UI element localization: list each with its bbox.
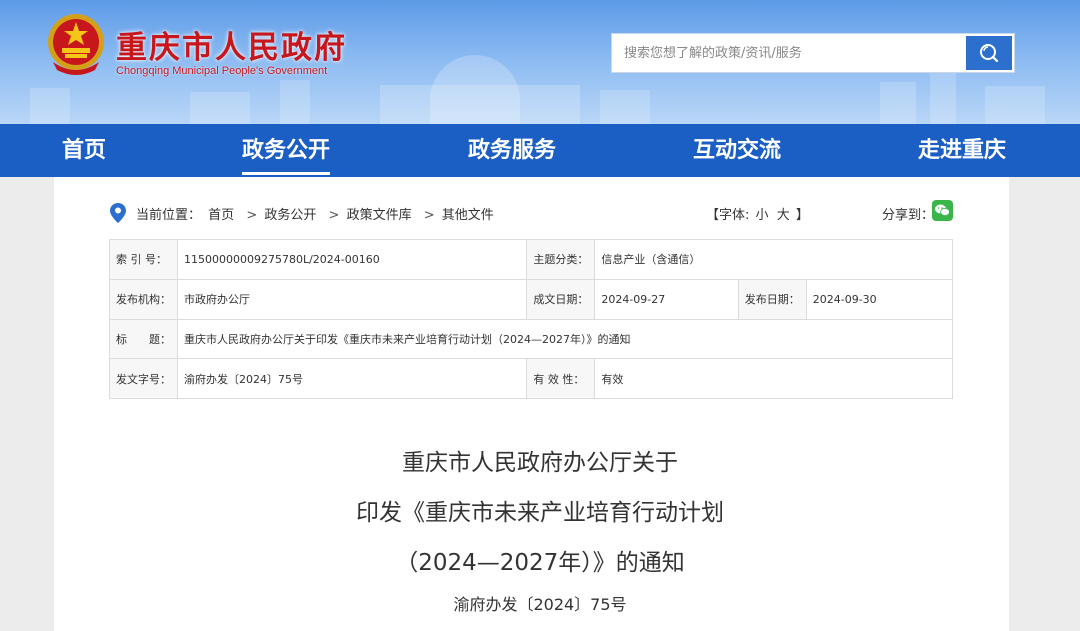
topic-value: 信息产业（含通信） bbox=[594, 239, 953, 280]
breadcrumb-home[interactable]: 首页 bbox=[208, 208, 234, 223]
font-size-small-button[interactable]: 小 bbox=[756, 208, 769, 223]
article-title-line-1: 重庆市人民政府办公厅关于 bbox=[402, 450, 678, 476]
nav-item-about-chongqing[interactable]: 走进重庆 bbox=[918, 124, 1006, 177]
breadcrumb-separator: > bbox=[328, 208, 340, 223]
doc-number-value: 渝府办发〔2024〕75号 bbox=[176, 358, 528, 399]
doc-number-label: 发文字号： bbox=[109, 358, 178, 399]
breadcrumb-label: 当前位置： bbox=[136, 208, 202, 223]
search-icon bbox=[980, 44, 999, 63]
share-label: 分享到： bbox=[882, 208, 935, 223]
font-size-large-button[interactable]: 大 bbox=[777, 208, 790, 223]
table-row: 发布机构： 市政府办公厅 成文日期： 2024-09-27 发布日期： 2024… bbox=[109, 278, 954, 320]
nav-item-government-affairs[interactable]: 政务公开 bbox=[242, 124, 331, 177]
wechat-share-icon[interactable] bbox=[932, 200, 953, 221]
nav-item-home[interactable]: 首页 bbox=[62, 124, 106, 177]
index-number-label: 索 引 号： bbox=[109, 239, 178, 280]
article-title-line-2: 印发《重庆市未来产业培育行动计划 bbox=[356, 500, 724, 526]
nav-item-interaction[interactable]: 互动交流 bbox=[693, 124, 781, 177]
font-size-control: 【字体: 小 大 】 bbox=[706, 204, 809, 223]
published-date-label: 发布日期： bbox=[737, 278, 807, 320]
issuer-label: 发布机构： bbox=[109, 278, 178, 320]
validity-label: 有 效 性： bbox=[526, 358, 596, 399]
breadcrumb-separator: > bbox=[246, 208, 258, 223]
search-box bbox=[611, 33, 1015, 73]
article-title-line-3: （2024—2027年）》的通知 bbox=[395, 550, 685, 576]
validity-value: 有效 bbox=[594, 358, 953, 399]
location-pin-icon bbox=[110, 203, 126, 223]
table-row: 发文字号： 渝府办发〔2024〕75号 有 效 性： 有效 bbox=[109, 358, 953, 399]
national-emblem-icon bbox=[48, 14, 104, 75]
title-value: 重庆市人民政府办公厅关于印发《重庆市未来产业培育行动计划（2024—2027年）… bbox=[177, 318, 953, 360]
breadcrumb-government-affairs[interactable]: 政务公开 bbox=[264, 208, 316, 223]
breadcrumb-other-documents[interactable]: 其他文件 bbox=[442, 208, 494, 223]
breadcrumb-policy-library[interactable]: 政策文件库 bbox=[347, 208, 412, 223]
topic-label: 主题分类： bbox=[526, 239, 596, 280]
site-subtitle: Chongqing Municipal People's Government bbox=[116, 65, 328, 77]
font-size-suffix: 】 bbox=[795, 208, 809, 223]
site-header: 重庆市人民政府 Chongqing Municipal People's Gov… bbox=[0, 0, 1080, 124]
document-meta-table: 索 引 号： 11500000009275780L/2024-00160 主题分… bbox=[109, 239, 954, 399]
site-title[interactable]: 重庆市人民政府 bbox=[116, 22, 347, 67]
created-date-label: 成文日期： bbox=[526, 278, 596, 320]
table-row: 索 引 号： 11500000009275780L/2024-00160 主题分… bbox=[109, 239, 953, 280]
breadcrumb: 当前位置： 首页 > 政务公开 > 政策文件库 > 其他文件 bbox=[136, 204, 497, 223]
breadcrumb-separator: > bbox=[423, 208, 435, 223]
search-button[interactable] bbox=[966, 36, 1012, 70]
published-date-value: 2024-09-30 bbox=[805, 278, 954, 320]
search-input[interactable] bbox=[612, 34, 966, 72]
font-size-prefix: 【字体: bbox=[706, 208, 750, 223]
created-date-value: 2024-09-27 bbox=[594, 278, 739, 320]
index-number-value: 11500000009275780L/2024-00160 bbox=[176, 239, 528, 280]
table-row: 标 题： 重庆市人民政府办公厅关于印发《重庆市未来产业培育行动计划（2024—2… bbox=[109, 318, 953, 360]
article-doc-number: 渝府办发〔2024〕75号 bbox=[453, 595, 627, 614]
main-nav: 首页 政务公开 政务服务 互动交流 走进重庆 bbox=[0, 124, 1080, 177]
title-label: 标 题： bbox=[109, 318, 178, 360]
issuer-value: 市政府办公厅 bbox=[176, 278, 528, 320]
nav-item-government-services[interactable]: 政务服务 bbox=[468, 124, 556, 177]
